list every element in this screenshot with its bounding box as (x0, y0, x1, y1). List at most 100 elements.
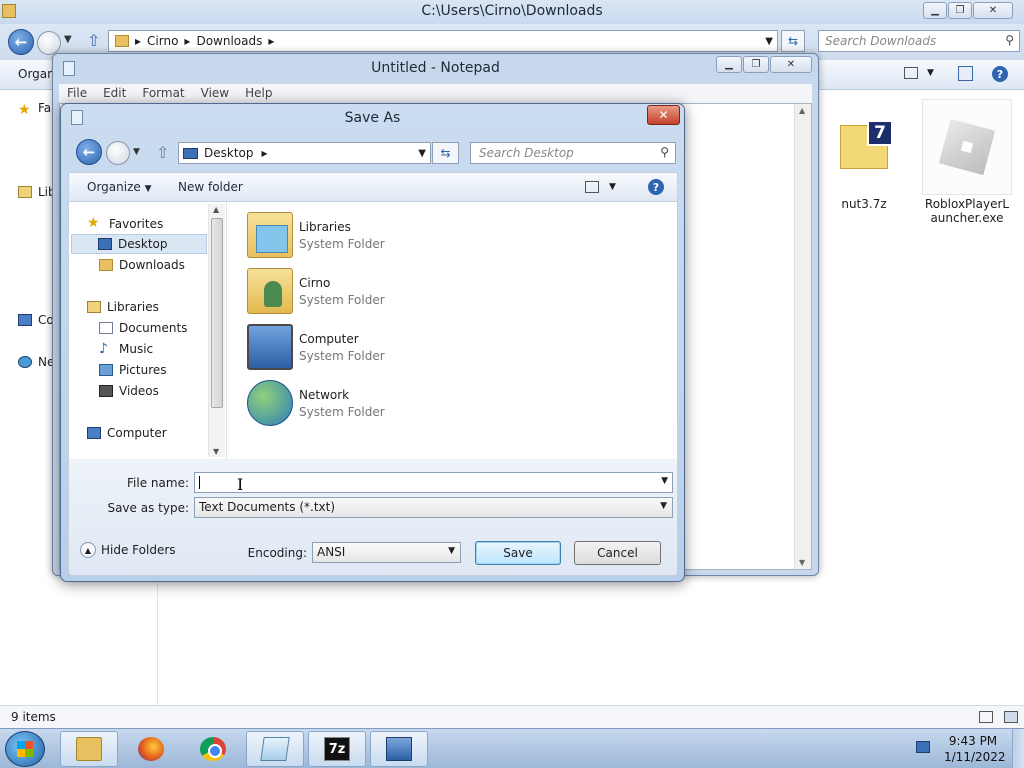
scroll-down-arrow-icon[interactable]: ▼ (213, 447, 219, 456)
maximize-button[interactable]: ❐ (948, 2, 972, 19)
view-icon[interactable] (904, 67, 918, 79)
close-button[interactable]: ✕ (647, 105, 680, 125)
chevron-down-icon[interactable]: ▼ (765, 36, 773, 47)
minimize-button[interactable]: ▁ (923, 2, 947, 19)
view-icon[interactable] (585, 181, 599, 193)
nav-item-pictures[interactable]: Pictures (95, 361, 171, 379)
nav-item-favorites[interactable]: ★ Fa (18, 101, 51, 118)
close-button[interactable]: ✕ (770, 56, 812, 73)
hide-folders-button[interactable]: ▲ Hide Folders (80, 542, 176, 558)
dialog-nav-pane: ★ Favorites Desktop Downloads Libraries D… (69, 202, 227, 459)
clock[interactable]: 9:43 PM 1/11/2022 (944, 733, 1006, 765)
chevron-down-icon[interactable]: ▼ (660, 501, 667, 511)
folder-item-libraries[interactable]: Libraries System Folder (247, 212, 385, 258)
large-icons-view-icon[interactable] (1004, 711, 1018, 723)
chevron-down-icon[interactable]: ▼ (448, 546, 455, 556)
network-app-icon (386, 737, 412, 761)
preview-pane-icon[interactable] (958, 66, 973, 81)
nav-item-videos[interactable]: Videos (95, 382, 163, 400)
network-tray-icon[interactable] (916, 741, 930, 753)
nav-item-computer[interactable]: Co (18, 313, 54, 327)
menu-edit[interactable]: Edit (103, 86, 126, 103)
organize-button[interactable]: Organ (18, 67, 55, 81)
taskbar-notepad[interactable] (246, 731, 304, 767)
nav-item-music[interactable]: ♪ Music (95, 340, 157, 358)
explorer-title: C:\Users\Cirno\Downloads (421, 3, 603, 19)
address-bar[interactable]: Desktop ▸ ▼ (178, 142, 431, 164)
back-button[interactable]: ← (76, 139, 102, 165)
taskbar-chrome[interactable] (184, 731, 242, 767)
chevron-down-icon[interactable]: ▼ (661, 476, 668, 486)
chevron-down-icon[interactable]: ▼ (133, 147, 140, 157)
cancel-button[interactable]: Cancel (574, 541, 661, 565)
file-item[interactable]: RobloxPlayerLauncher.exe (918, 99, 1016, 225)
nav-item-favorites[interactable]: ★ Favorites (83, 214, 167, 234)
chevron-down-icon[interactable]: ▼ (927, 68, 934, 78)
nav-item-documents[interactable]: Documents (95, 319, 191, 337)
menu-help[interactable]: Help (245, 86, 272, 103)
nav-item-downloads[interactable]: Downloads (95, 256, 189, 274)
help-icon[interactable]: ? (648, 179, 664, 195)
dialog-browser: ★ Favorites Desktop Downloads Libraries D… (68, 202, 678, 459)
file-name-input[interactable]: ▼ (194, 472, 673, 493)
clock-date: 1/11/2022 (944, 750, 1006, 764)
nav-item-desktop[interactable]: Desktop (71, 234, 207, 254)
computer-icon (87, 427, 101, 439)
maximize-button[interactable]: ❐ (743, 56, 769, 73)
folder-item-network[interactable]: Network System Folder (247, 380, 385, 426)
taskbar-7zip[interactable]: 7z (308, 731, 366, 767)
scroll-up-arrow-icon[interactable]: ▲ (213, 205, 219, 214)
minimize-button[interactable]: ▁ (716, 56, 742, 73)
scrollbar-thumb[interactable] (211, 218, 223, 408)
search-input[interactable]: Search Downloads ⚲ (818, 30, 1020, 52)
notepad-title: Untitled - Notepad (371, 60, 500, 76)
scroll-up-arrow-icon[interactable]: ▲ (799, 106, 805, 115)
chevron-down-icon[interactable]: ▼ (609, 182, 616, 192)
breadcrumb-cirno[interactable]: Cirno (147, 34, 178, 48)
start-button[interactable] (5, 731, 45, 767)
nav-item-libraries[interactable]: Libraries (83, 298, 163, 316)
up-arrow-icon[interactable]: ⇧ (156, 143, 169, 162)
help-icon[interactable]: ? (992, 66, 1008, 82)
forward-button[interactable] (37, 31, 61, 55)
search-input[interactable]: Search Desktop ⚲ (470, 142, 676, 164)
breadcrumb-desktop[interactable]: Desktop (204, 146, 254, 160)
encoding-select[interactable]: ANSI ▼ (312, 542, 461, 563)
close-button[interactable]: ✕ (973, 2, 1013, 19)
save-as-type-select[interactable]: Text Documents (*.txt) ▼ (194, 497, 673, 518)
chevron-down-icon[interactable]: ▼ (64, 34, 72, 45)
menu-file[interactable]: File (67, 86, 87, 103)
back-button[interactable]: ← (8, 29, 34, 55)
nav-item-libraries[interactable]: Lib (18, 185, 56, 199)
refresh-button[interactable]: ⇆ (781, 30, 805, 52)
search-icon[interactable]: ⚲ (660, 145, 669, 159)
file-name: nut3.7z (841, 197, 887, 211)
nav-scrollbar[interactable]: ▲ ▼ (208, 204, 225, 457)
address-bar[interactable]: ▸ Cirno ▸ Downloads ▸ ▼ (108, 30, 778, 52)
save-button[interactable]: Save (475, 541, 561, 565)
up-arrow-icon[interactable]: ⇧ (87, 31, 100, 50)
taskbar-firefox[interactable] (122, 731, 180, 767)
library-icon (18, 186, 32, 198)
dialog-save-options: File name: ▼ Save as type: Text Document… (68, 459, 678, 576)
organize-button[interactable]: Organize ▼ (87, 180, 152, 194)
taskbar-network-app[interactable] (370, 731, 428, 767)
vertical-scrollbar[interactable]: ▲ ▼ (794, 104, 811, 569)
show-desktop-button[interactable] (1012, 729, 1024, 768)
details-view-icon[interactable] (979, 711, 993, 723)
taskbar-windows-explorer[interactable] (60, 731, 118, 767)
new-folder-button[interactable]: New folder (178, 180, 243, 194)
search-icon[interactable]: ⚲ (1005, 33, 1014, 47)
forward-button[interactable] (106, 141, 130, 165)
folder-item-cirno[interactable]: Cirno System Folder (247, 268, 385, 314)
menu-view[interactable]: View (201, 86, 229, 103)
folder-item-computer[interactable]: Computer System Folder (247, 324, 385, 370)
breadcrumb-downloads[interactable]: Downloads (196, 34, 262, 48)
file-item[interactable]: 7 nut3.7z (818, 99, 910, 211)
chevron-down-icon[interactable]: ▼ (418, 148, 426, 159)
nav-item-network[interactable]: Ne (18, 355, 54, 369)
menu-format[interactable]: Format (142, 86, 184, 103)
nav-item-computer[interactable]: Computer (83, 424, 171, 442)
scroll-down-arrow-icon[interactable]: ▼ (799, 558, 805, 567)
refresh-button[interactable]: ⇆ (432, 142, 459, 164)
